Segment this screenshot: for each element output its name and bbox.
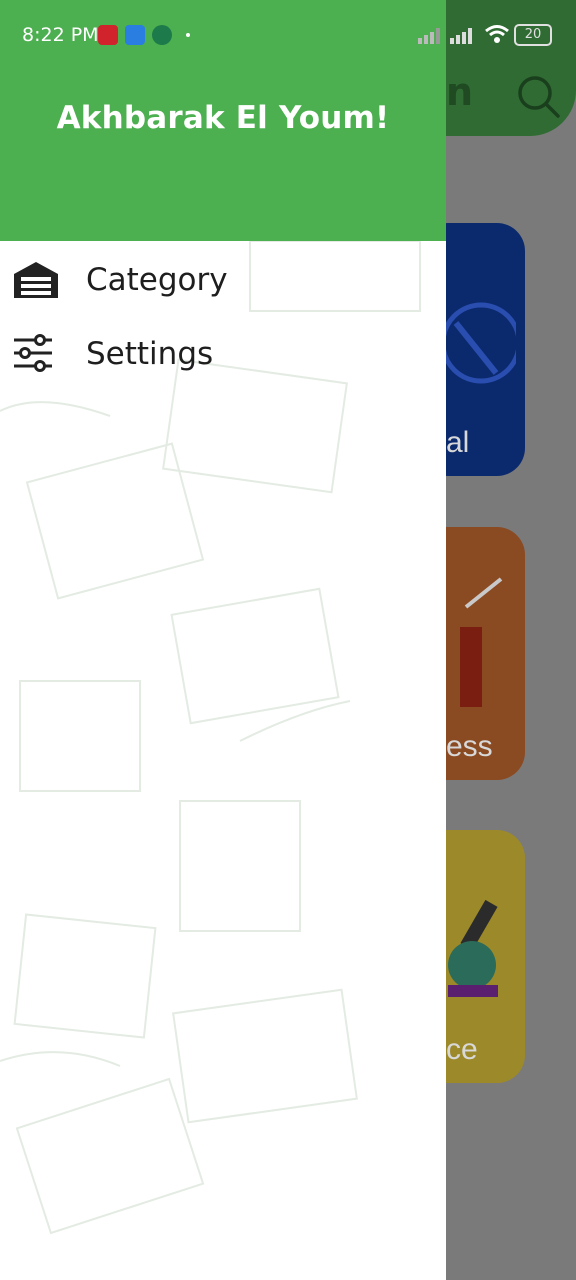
signal-icon xyxy=(418,28,440,44)
microscope-art-icon xyxy=(448,899,498,997)
local-news-art-icon xyxy=(446,302,516,384)
search-icon[interactable] xyxy=(516,74,560,118)
app-title: n xyxy=(446,70,474,114)
status-time: 8:22 PM xyxy=(22,24,99,46)
drawer-item-label: Category xyxy=(86,262,228,298)
sliders-icon xyxy=(14,334,52,372)
newspaper-doodle-background xyxy=(0,241,421,1235)
wifi-icon xyxy=(485,25,509,43)
drawer-item-settings[interactable]: Settings xyxy=(0,320,446,386)
pinterest-icon xyxy=(98,25,118,45)
status-icons: 20 xyxy=(392,24,552,48)
battery-indicator: 20 xyxy=(514,24,552,46)
garage-icon xyxy=(14,262,58,298)
signal-icon-2 xyxy=(450,28,472,44)
card-label: ess xyxy=(446,730,493,763)
drawer-item-category[interactable]: Category xyxy=(0,246,446,312)
premier-league-icon xyxy=(152,25,172,45)
drawer-item-label: Settings xyxy=(86,336,214,372)
card-label: ce xyxy=(446,1033,478,1066)
card-label: al xyxy=(446,426,470,459)
business-chart-art-icon xyxy=(460,577,503,707)
status-bar: 8:22 PM 20 xyxy=(0,0,576,70)
drawer-title: Akhbarak El Youm! xyxy=(56,100,390,136)
navigation-drawer: Akhbarak El Youm! Category Settings xyxy=(0,0,446,1280)
more-notifications-dot-icon xyxy=(186,33,190,37)
app-store-icon xyxy=(125,25,145,45)
